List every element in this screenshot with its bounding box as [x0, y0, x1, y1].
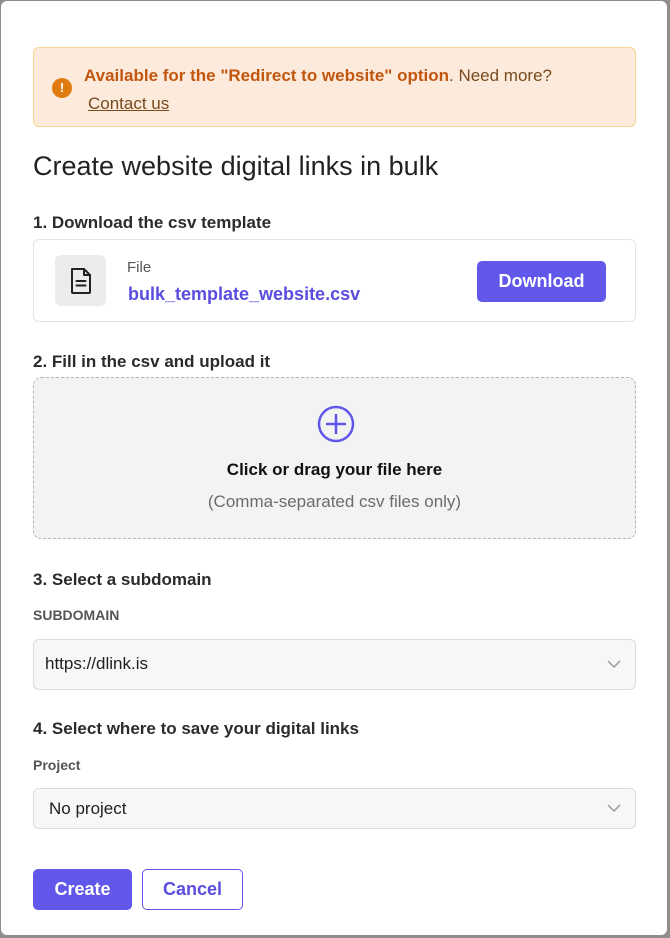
document-icon: [55, 255, 106, 306]
step3-heading: 3. Select a subdomain: [33, 570, 212, 589]
plus-circle-icon: [317, 405, 355, 443]
file-label: File: [127, 259, 152, 276]
page-title: Create website digital links in bulk: [33, 151, 439, 181]
chevron-down-icon: [607, 660, 621, 669]
step2-heading: 2. Fill in the csv and upload it: [33, 352, 271, 371]
bulk-create-modal: ! Available for the "Redirect to website…: [1, 1, 667, 935]
create-button[interactable]: Create: [33, 869, 132, 910]
banner-message: Available for the "Redirect to website" …: [84, 62, 552, 90]
template-file-name: bulk_template_website.csv: [128, 284, 361, 304]
file-dropzone[interactable]: Click or drag your file here (Comma-sepa…: [33, 377, 636, 539]
template-file-card: File bulk_template_website.csv Download: [33, 239, 636, 322]
chevron-down-icon: [607, 804, 621, 813]
dropzone-subtitle: (Comma-separated csv files only): [207, 492, 462, 511]
subdomain-label: SUBDOMAIN: [33, 607, 120, 623]
project-select[interactable]: No project: [33, 788, 636, 829]
project-value: No project: [49, 799, 127, 818]
banner-strong-text: Available for the "Redirect to website" …: [84, 66, 449, 85]
subdomain-value: https://dlink.is: [45, 654, 148, 673]
info-banner: ! Available for the "Redirect to website…: [33, 47, 636, 127]
project-label: Project: [33, 757, 81, 773]
exclamation-icon: !: [52, 78, 72, 98]
dropzone-title: Click or drag your file here: [226, 460, 443, 479]
cancel-button[interactable]: Cancel: [142, 869, 243, 910]
subdomain-select[interactable]: https://dlink.is: [33, 639, 636, 690]
download-button[interactable]: Download: [477, 261, 606, 302]
step1-heading: 1. Download the csv template: [33, 213, 272, 232]
banner-rest-text: . Need more?: [449, 66, 552, 85]
contact-us-link[interactable]: Contact us: [88, 90, 169, 118]
step4-heading: 4. Select where to save your digital lin…: [33, 719, 359, 738]
